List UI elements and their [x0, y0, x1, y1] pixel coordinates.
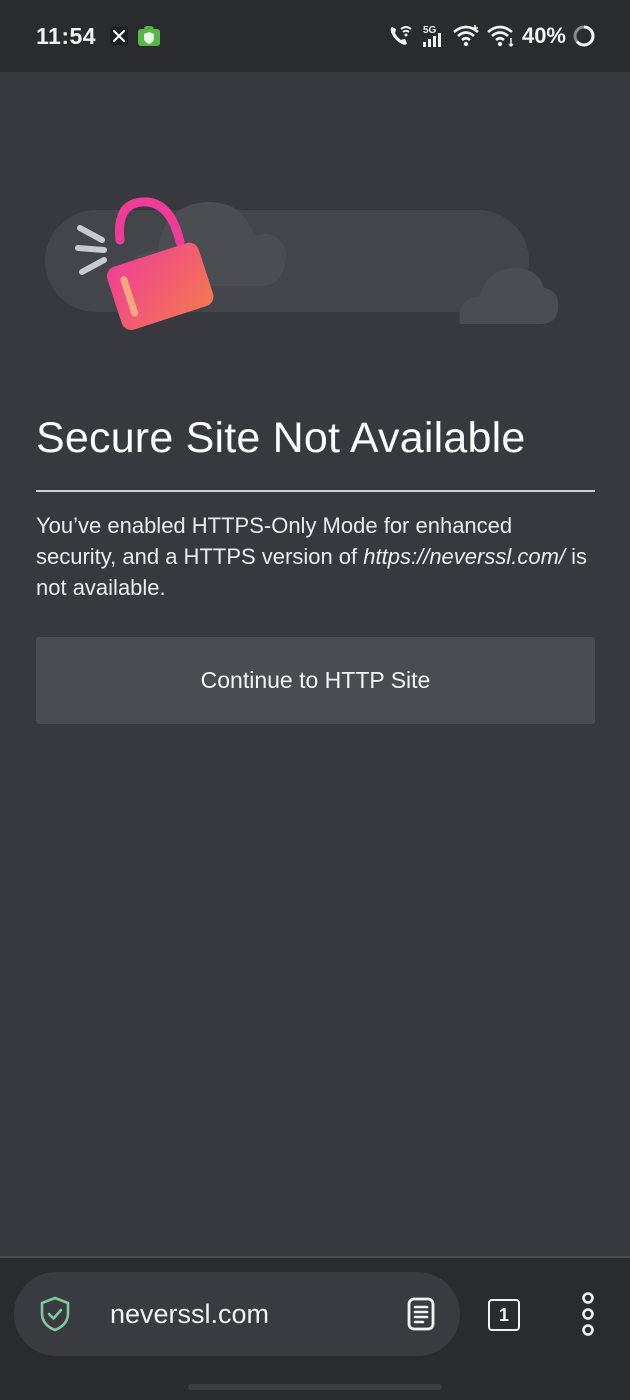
url-bar[interactable]: neverssl.com — [14, 1272, 460, 1356]
continue-to-http-button[interactable]: Continue to HTTP Site — [36, 637, 595, 724]
wifi-calling-icon — [388, 24, 414, 48]
svg-text:5G: 5G — [423, 25, 437, 36]
battery-percentage: 40% — [521, 23, 566, 48]
gesture-nav-handle[interactable] — [188, 1384, 442, 1390]
url-text[interactable]: neverssl.com — [110, 1299, 269, 1330]
5g-signal-icon: 5G — [420, 23, 446, 49]
status-time: 11:54 — [36, 22, 97, 49]
tabs-button[interactable]: 1 — [486, 1297, 522, 1333]
browser-toolbar: neverssl.com 1 — [0, 1256, 630, 1400]
battery-ring-icon — [572, 24, 596, 48]
error-message: You’ve enabled HTTPS-Only Mode for enhan… — [36, 510, 596, 603]
screen: 11:54 5G 40% Secure Site Not Available Y… — [0, 0, 630, 1400]
notification-icons — [110, 26, 161, 46]
tab-count: 1 — [488, 1299, 520, 1331]
status-bar: 11:54 5G 40% — [0, 0, 630, 72]
system-icons: 5G 40% — [388, 23, 596, 49]
vpn-shield-icon — [138, 26, 161, 46]
message-url: https://neverssl.com/ — [363, 544, 566, 569]
reader-view-icon[interactable] — [406, 1296, 436, 1337]
three-dot-menu-icon[interactable] — [576, 1292, 600, 1336]
shield-check-icon[interactable] — [38, 1295, 72, 1333]
page-title: Secure Site Not Available — [36, 414, 526, 462]
unlocked-padlock-clouds-illustration — [40, 190, 570, 340]
wifi-secondary-icon — [486, 24, 516, 48]
wifi-icon — [452, 24, 480, 48]
title-divider — [36, 490, 595, 492]
x-icon — [110, 27, 129, 45]
